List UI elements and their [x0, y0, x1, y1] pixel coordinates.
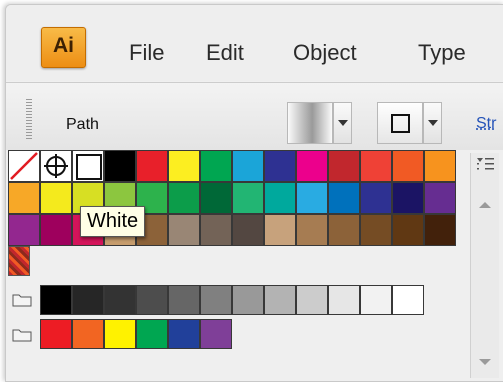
- color-swatch[interactable]: [168, 319, 200, 349]
- illustrator-logo[interactable]: Ai: [41, 27, 86, 68]
- menu-edit[interactable]: Edit: [206, 40, 244, 66]
- application-window: Ai File Edit Object Type Path Str White: [5, 4, 503, 382]
- color-swatch[interactable]: [168, 150, 200, 182]
- color-swatch[interactable]: [424, 182, 456, 214]
- scroll-up-icon[interactable]: [478, 201, 492, 209]
- swatches-scrollbar[interactable]: [470, 153, 499, 378]
- selection-type-label: Path: [66, 116, 99, 133]
- panel-grip[interactable]: [26, 99, 32, 139]
- color-swatch[interactable]: [328, 214, 360, 246]
- color-swatch[interactable]: [392, 214, 424, 246]
- color-swatch[interactable]: [40, 182, 72, 214]
- color-swatch[interactable]: [104, 150, 136, 182]
- color-swatch[interactable]: [424, 150, 456, 182]
- control-panel: Path Str: [6, 82, 503, 155]
- color-swatch[interactable]: [360, 214, 392, 246]
- color-swatch[interactable]: [296, 150, 328, 182]
- menu-object[interactable]: Object: [293, 40, 357, 66]
- swatch-group-brights: [40, 319, 232, 349]
- swatch-none[interactable]: [8, 150, 40, 182]
- color-swatch[interactable]: [328, 150, 360, 182]
- color-swatch[interactable]: [104, 285, 136, 315]
- color-swatch[interactable]: [136, 285, 168, 315]
- swatch-tooltip: White: [80, 206, 146, 237]
- color-swatch[interactable]: [264, 150, 296, 182]
- color-swatch[interactable]: [232, 214, 264, 246]
- color-swatch[interactable]: [424, 214, 456, 246]
- color-swatch[interactable]: [40, 319, 72, 349]
- chevron-down-icon: [338, 120, 348, 126]
- color-swatch[interactable]: [392, 285, 424, 315]
- color-swatch[interactable]: [264, 182, 296, 214]
- color-swatch[interactable]: [136, 319, 168, 349]
- folder-icon: [12, 329, 32, 342]
- swatch-row-special: [8, 150, 456, 182]
- color-swatch[interactable]: [200, 285, 232, 315]
- registration-target-icon: [44, 154, 68, 178]
- stroke-color-button[interactable]: [377, 102, 423, 144]
- color-swatch[interactable]: [104, 319, 136, 349]
- color-swatch[interactable]: [328, 285, 360, 315]
- color-swatch[interactable]: [328, 182, 360, 214]
- color-swatch[interactable]: [200, 150, 232, 182]
- color-swatch[interactable]: [200, 319, 232, 349]
- color-swatch[interactable]: [168, 182, 200, 214]
- swatch-pattern[interactable]: [8, 246, 30, 276]
- scroll-down-icon[interactable]: [478, 358, 492, 366]
- folder-icon: [12, 294, 32, 307]
- swatch-white[interactable]: [72, 150, 104, 182]
- swatch-row-3: [8, 214, 456, 246]
- color-swatch[interactable]: [232, 150, 264, 182]
- color-swatch[interactable]: [40, 214, 72, 246]
- swatch-group-grayscale: [40, 285, 424, 315]
- color-swatch[interactable]: [264, 285, 296, 315]
- menu-bar: Ai File Edit Object Type: [6, 5, 503, 81]
- chevron-down-icon: [428, 120, 438, 126]
- color-swatch[interactable]: [168, 285, 200, 315]
- color-swatch[interactable]: [40, 285, 72, 315]
- color-swatch[interactable]: [136, 150, 168, 182]
- swatch-registration[interactable]: [40, 150, 72, 182]
- color-swatch[interactable]: [360, 150, 392, 182]
- color-swatch[interactable]: [72, 319, 104, 349]
- color-swatch[interactable]: [8, 182, 40, 214]
- color-swatch[interactable]: [168, 214, 200, 246]
- color-swatch[interactable]: [232, 182, 264, 214]
- color-swatch[interactable]: [200, 182, 232, 214]
- color-swatch[interactable]: [72, 285, 104, 315]
- color-swatch[interactable]: [392, 182, 424, 214]
- color-swatch[interactable]: [296, 214, 328, 246]
- color-swatch[interactable]: [8, 214, 40, 246]
- swatch-row-2: [8, 182, 456, 214]
- fill-color-button[interactable]: [287, 102, 333, 144]
- color-swatch[interactable]: [264, 214, 296, 246]
- menu-file[interactable]: File: [129, 40, 164, 66]
- color-swatch[interactable]: [296, 182, 328, 214]
- color-swatch[interactable]: [232, 285, 264, 315]
- stroke-link[interactable]: Str: [476, 115, 496, 133]
- stroke-square-icon: [391, 114, 410, 133]
- stroke-dropdown-button[interactable]: [423, 102, 442, 144]
- color-swatch[interactable]: [360, 285, 392, 315]
- menu-type[interactable]: Type: [418, 40, 466, 66]
- color-swatch[interactable]: [296, 285, 328, 315]
- special-row-colors: [104, 150, 456, 182]
- color-swatch[interactable]: [392, 150, 424, 182]
- fill-dropdown-button[interactable]: [333, 102, 352, 144]
- selected-swatch-frame: [76, 154, 102, 180]
- color-swatch[interactable]: [360, 182, 392, 214]
- panel-menu-icon[interactable]: [475, 157, 495, 171]
- color-swatch[interactable]: [200, 214, 232, 246]
- none-slash-icon: [10, 152, 38, 180]
